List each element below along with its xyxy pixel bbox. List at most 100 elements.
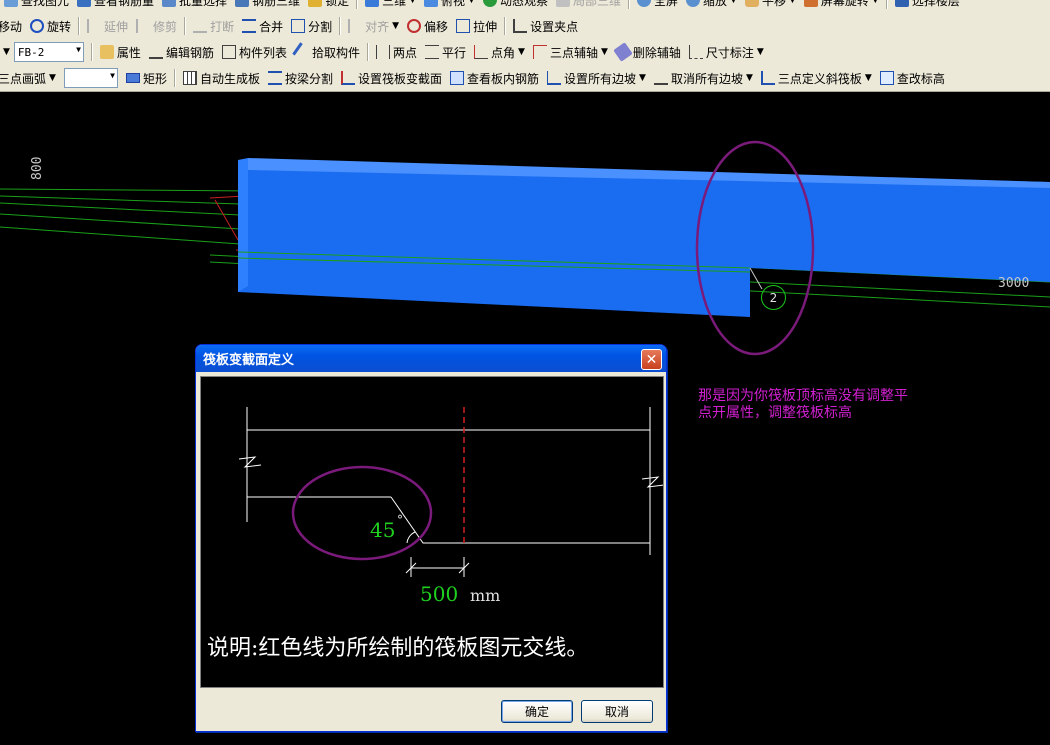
component-list-button[interactable]: 构件列表 [218, 41, 291, 63]
properties-button[interactable]: 属性 [96, 41, 145, 63]
eraser-icon [613, 42, 633, 62]
lock-button[interactable]: 锁定 [304, 0, 353, 11]
top-view-icon [424, 0, 439, 7]
trim-button[interactable]: 修剪 [132, 15, 181, 37]
orbit-icon [482, 0, 497, 7]
chevron-down-icon: ▼ [788, 0, 796, 5]
three-point-arc-button[interactable]: 三点画弧 ▼ [0, 67, 60, 89]
set-all-slopes-button[interactable]: 设置所有边坡 ▼ [543, 67, 650, 89]
delete-axis-button[interactable]: 删除辅轴 [612, 41, 685, 63]
annotation-line-2: 点开属性，调整筏板标高 [698, 405, 852, 421]
toolbar-separator [339, 17, 342, 35]
two-points-label: 两点 [392, 45, 417, 60]
toolbar-row-draw: 三点画弧 ▼ ▼ 矩形 自动生成板 按梁分割 设置筏板变截面 查看板内钢筋 设置所… [0, 65, 1050, 91]
length-value[interactable]: 500 [420, 582, 458, 606]
offset-button[interactable]: 偏移 [403, 15, 452, 37]
check-elevation-label: 查改标高 [896, 71, 945, 86]
layer-dropdown-arrow[interactable]: ▼ [0, 41, 10, 63]
chevron-down-icon: ▼ [600, 47, 608, 57]
point-angle-icon [474, 45, 489, 59]
dynamic-view-button[interactable]: 动态观察 [479, 0, 552, 11]
section-preview: 45 ° 500 mm 说明:红色线为所绘制的筏板图元交线。 [200, 376, 664, 688]
pan-button[interactable]: 平移 ▼ [741, 0, 800, 11]
rectangle-icon [125, 73, 140, 83]
parallel-button[interactable]: 平行 [421, 41, 470, 63]
top-view-label: 俯视 [441, 0, 466, 8]
component-combo[interactable]: FB-2 ▼ [13, 42, 84, 62]
two-points-button[interactable]: 两点 [372, 41, 421, 63]
axis-marker[interactable]: 2 [761, 285, 786, 310]
chevron-down-icon: ▼ [730, 0, 737, 5]
pick-component-button[interactable]: 拾取构件 [291, 41, 364, 63]
rotate-screen-icon [803, 0, 818, 7]
trim-icon [136, 19, 150, 33]
angle-highlight-ellipse [291, 465, 433, 561]
extend-button[interactable]: 延伸 [83, 15, 132, 37]
chevron-down-icon: ▼ [49, 73, 56, 83]
fullscreen-button[interactable]: 全屏 [633, 0, 682, 11]
zoom-label: 缩放 [703, 0, 728, 8]
list-icon [221, 45, 236, 59]
cancel-all-slopes-button[interactable]: 取消所有边坡 ▼ [650, 67, 757, 89]
auto-generate-slab-button[interactable]: 自动生成板 [179, 67, 264, 89]
toolbar-separator [184, 17, 187, 35]
top-view-button[interactable]: 俯视 ▼ [420, 0, 479, 11]
split-button[interactable]: 分割 [287, 15, 336, 37]
view-slab-rebar-label: 查看板内钢筋 [467, 71, 540, 86]
lock-icon [308, 0, 323, 7]
break-button[interactable]: 打断 [189, 15, 238, 37]
merge-icon [242, 19, 257, 33]
grid-icon [182, 71, 197, 85]
arc-option-combo[interactable]: ▼ [63, 68, 118, 88]
merge-button[interactable]: 合并 [238, 15, 287, 37]
dialog-title-bar[interactable]: 筏板变截面定义 [196, 345, 666, 372]
split-label: 分割 [308, 19, 333, 34]
zoom-button[interactable]: 缩放 ▼ [682, 0, 741, 11]
two-points-axis-icon [375, 45, 390, 59]
check-elevation-button[interactable]: 查改标高 [876, 67, 949, 89]
align-button[interactable]: 对齐 ▼ [344, 15, 403, 37]
view-slab-rebar-button[interactable]: 查看板内钢筋 [446, 67, 543, 89]
close-button[interactable]: ✕ [641, 349, 662, 370]
split-by-beam-button[interactable]: 按梁分割 [264, 67, 337, 89]
set-grip-button[interactable]: 设置夹点 [509, 15, 582, 37]
select-floor-button[interactable]: 选择楼层 [891, 0, 964, 11]
view-rebar-qty-button[interactable]: 查看钢筋量 [73, 0, 158, 11]
dynamic-view-label: 动态观察 [499, 0, 548, 8]
ok-button[interactable]: 确定 [501, 700, 573, 723]
select-floor-label: 选择楼层 [911, 0, 960, 8]
zoom-icon [686, 0, 700, 7]
description-text: 说明:红色线为所绘制的筏板图元交线。 [207, 636, 589, 661]
dimension-label-800: 800 [30, 156, 45, 180]
set-raft-section-button[interactable]: 设置筏板变截面 [337, 67, 446, 89]
annotation-line-1: 那是因为你筏板顶标高没有调整平 [698, 388, 908, 404]
raft-section-dialog: 筏板变截面定义 ✕ 45 ° 500 mm 说明:红色线为所绘制的筏板图元交线。… [195, 344, 667, 732]
rotate-button[interactable]: 旋转 [26, 15, 75, 37]
find-element-button[interactable]: 查找图元 [0, 0, 73, 11]
move-button[interactable]: 移动 [0, 15, 26, 37]
view-3d-button[interactable]: 三维 ▼ [361, 0, 420, 11]
partial-3d-icon [555, 0, 570, 7]
cancel-button[interactable]: 取消 [581, 700, 653, 723]
dimension-button[interactable]: 尺寸标注 ▼ [685, 41, 768, 63]
chevron-down-icon: ▼ [745, 73, 753, 83]
view-rebar-qty-label: 查看钢筋量 [94, 0, 155, 8]
cancel-label: 取消 [604, 705, 629, 719]
stretch-button[interactable]: 拉伸 [452, 15, 501, 37]
rebar-3d-button[interactable]: 钢筋三维 [231, 0, 304, 11]
batch-select-button[interactable]: 批量选择 [158, 0, 231, 11]
partial-3d-button[interactable]: 局部三维 [552, 0, 625, 11]
offset-icon [407, 19, 422, 33]
merge-label: 合并 [259, 19, 284, 34]
close-icon: ✕ [645, 351, 658, 368]
screen-rotate-button[interactable]: 屏幕旋转 ▼ [800, 0, 883, 11]
angle-value[interactable]: 45 [370, 518, 395, 542]
rectangle-button[interactable]: 矩形 [122, 67, 171, 89]
partial-3d-label: 局部三维 [572, 0, 621, 8]
three-point-slope-raft-button[interactable]: 三点定义斜筏板 ▼ [757, 67, 876, 89]
edit-rebar-label: 编辑钢筋 [165, 45, 214, 60]
three-point-axis-button[interactable]: 三点辅轴 ▼ [529, 41, 612, 63]
properties-icon [99, 45, 114, 59]
point-angle-button[interactable]: 点角 ▼ [470, 41, 529, 63]
edit-rebar-button[interactable]: 编辑钢筋 [145, 41, 218, 63]
